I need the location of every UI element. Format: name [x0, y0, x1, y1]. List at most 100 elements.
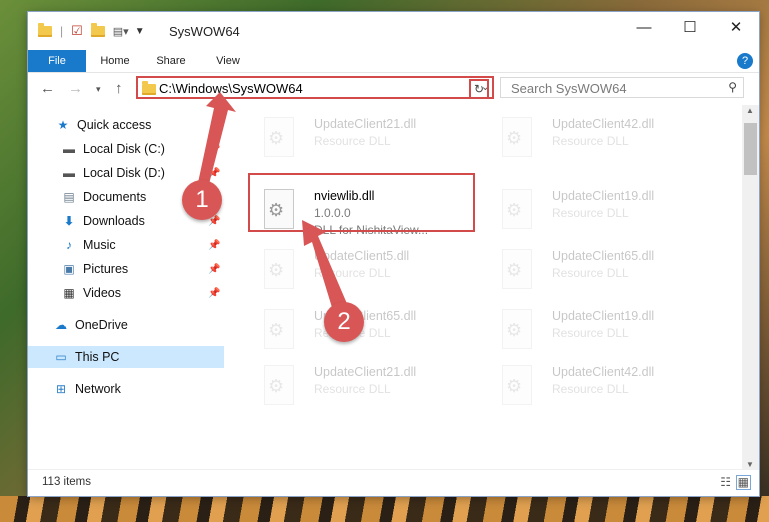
cloud-icon: ☁	[55, 318, 67, 332]
sidebar-item-onedrive[interactable]: ☁ OneDrive	[28, 314, 250, 336]
large-icons-view-icon[interactable]: ▦	[735, 475, 751, 490]
item-count: 113 items	[42, 476, 92, 488]
details-view-icon[interactable]: ☷	[720, 475, 731, 489]
pin-icon[interactable]: 📌	[208, 264, 220, 275]
folder-icon	[38, 22, 52, 37]
minimize-button[interactable]: —	[621, 12, 667, 44]
dll-file-icon: ⚙	[502, 365, 532, 405]
file-item[interactable]: ⚙ UpdateClient19.dll Resource DLL	[484, 303, 714, 361]
sidebar-item-label: Music	[83, 238, 116, 252]
drive-icon: ▬	[63, 166, 75, 180]
network-icon: ⊞	[55, 382, 67, 396]
file-name: UpdateClient5.dll	[314, 249, 410, 263]
sidebar-item-local-disk-c[interactable]: ▬ Local Disk (C:) 📌	[28, 138, 258, 160]
sidebar-item-label: This PC	[75, 350, 120, 364]
sidebar-item-quick-access[interactable]: ★ Quick access	[28, 114, 252, 136]
ribbon: File Home Share View ?	[28, 50, 759, 73]
chevron-down-icon[interactable]: ▼	[135, 26, 145, 37]
sidebar-item-label: Local Disk (C:)	[83, 142, 165, 156]
dll-file-icon: ⚙	[264, 249, 294, 289]
dll-file-icon: ⚙	[264, 117, 294, 157]
help-icon[interactable]: ?	[737, 53, 753, 69]
sidebar-item-label: Videos	[83, 286, 121, 300]
maximize-button[interactable]: ☐	[667, 12, 713, 44]
file-name: UpdateClient19.dll	[552, 189, 655, 203]
dll-file-icon: ⚙	[502, 249, 532, 289]
file-item[interactable]: ⚙ UpdateClient19.dll Resource DLL	[484, 183, 714, 241]
scroll-down-icon[interactable]: ▼	[746, 460, 754, 469]
sidebar-item-network[interactable]: ⊞ Network	[28, 378, 250, 400]
sidebar-item-downloads[interactable]: ⬇ Downloads 📌	[28, 210, 258, 232]
file-name: UpdateClient42.dll	[552, 365, 655, 379]
dll-file-icon: ⚙	[502, 189, 532, 229]
tab-file[interactable]: File	[28, 50, 86, 72]
file-item[interactable]: ⚙ UpdateClient5.dll Resource DLL	[246, 243, 476, 301]
file-item[interactable]: ⚙ UpdateClient42.dll Resource DLL	[484, 359, 714, 417]
vertical-scrollbar[interactable]: ▲ ▼	[742, 105, 759, 470]
file-type: Resource DLL	[314, 266, 391, 280]
sidebar-item-label: Network	[75, 382, 121, 396]
search-input[interactable]: Search SysWOW64	[511, 81, 627, 96]
file-item[interactable]: ⚙ UpdateClient42.dll Resource DLL	[484, 111, 714, 169]
file-type: Resource DLL	[552, 326, 629, 340]
file-name: UpdateClient42.dll	[552, 117, 655, 131]
navigation-pane: ★ Quick access ▬ Local Disk (C:) 📌 ▬ Loc…	[28, 110, 224, 462]
pin-icon[interactable]: 📌	[208, 168, 220, 179]
status-bar: 113 items ☷ ▦	[28, 469, 759, 496]
new-folder-icon[interactable]	[90, 22, 105, 37]
sidebar-item-pictures[interactable]: ▣ Pictures 📌	[28, 258, 258, 280]
file-type: Resource DLL	[552, 134, 629, 148]
pictures-icon: ▣	[63, 262, 75, 276]
search-box[interactable]: Search SysWOW64 ⚲	[500, 77, 744, 98]
sidebar-item-local-disk-d[interactable]: ▬ Local Disk (D:) 📌	[28, 162, 258, 184]
pin-icon[interactable]: 📌	[208, 144, 220, 155]
scroll-up-icon[interactable]: ▲	[746, 106, 754, 115]
pin-icon[interactable]: 📌	[208, 288, 220, 299]
refresh-button[interactable]: ↻	[469, 79, 489, 99]
forward-button[interactable]: →	[68, 80, 83, 97]
file-name: UpdateClient19.dll	[552, 309, 655, 323]
download-icon: ⬇	[63, 214, 75, 228]
address-bar[interactable]: C:\Windows\SysWOW64 ⌄	[136, 76, 494, 99]
search-icon: ⚲	[728, 80, 737, 94]
file-item[interactable]: ⚙ UpdateClient21.dll Resource DLL	[246, 111, 476, 169]
tab-home[interactable]: Home	[94, 50, 136, 72]
title-bar: | ☑ ▤▾ ▼ SysWOW64 — ☐ ✕	[28, 12, 759, 50]
sidebar-item-documents[interactable]: ▤ Documents 📌	[28, 186, 258, 208]
customize-toolbar-icon[interactable]: ▤▾	[113, 25, 129, 38]
dll-file-icon: ⚙	[264, 309, 294, 349]
scrollbar-thumb[interactable]	[744, 123, 757, 175]
close-button[interactable]: ✕	[713, 12, 759, 44]
file-type: Resource DLL	[314, 382, 391, 396]
tab-view[interactable]: View	[208, 50, 248, 72]
tab-share[interactable]: Share	[150, 50, 192, 72]
sidebar-item-label: Pictures	[83, 262, 129, 276]
music-icon: ♪	[66, 238, 72, 252]
file-name: UpdateClient65.dll	[552, 249, 655, 263]
sidebar-item-label: Downloads	[83, 214, 145, 228]
sidebar-item-label: OneDrive	[75, 318, 128, 332]
properties-icon[interactable]: ☑	[71, 23, 83, 39]
folder-icon	[142, 81, 156, 95]
sidebar-item-label: Local Disk (D:)	[83, 166, 165, 180]
pin-icon[interactable]: 📌	[208, 240, 220, 251]
back-button[interactable]: ←	[40, 80, 55, 97]
file-name: UpdateClient21.dll	[314, 117, 417, 131]
up-button[interactable]: ↑	[115, 80, 123, 97]
file-list: ⚙ UpdateClient21.dll Resource DLL ⚙ Upda…	[226, 105, 740, 465]
sidebar-item-label: Quick access	[77, 118, 152, 132]
window-title: SysWOW64	[169, 24, 240, 39]
file-explorer-window: | ☑ ▤▾ ▼ SysWOW64 — ☐ ✕ File Home Share …	[28, 12, 759, 496]
recent-locations-button[interactable]: ▾	[96, 84, 101, 95]
navigation-bar: ← → ▾ ↑ C:\Windows\SysWOW64 ⌄ ↻ Search S…	[28, 73, 759, 105]
dll-file-icon: ⚙	[502, 117, 532, 157]
step-badge-2: 2	[324, 302, 364, 342]
quick-access-toolbar: | ☑ ▤▾ ▼	[38, 22, 145, 39]
file-type: Resource DLL	[552, 382, 629, 396]
file-item[interactable]: ⚙ UpdateClient65.dll Resource DLL	[484, 243, 714, 301]
sidebar-item-videos[interactable]: ▦ Videos 📌	[28, 282, 258, 304]
file-item[interactable]: ⚙ UpdateClient21.dll Resource DLL	[246, 359, 476, 417]
computer-icon: ▭	[55, 350, 67, 364]
sidebar-item-music[interactable]: ♪ Music 📌	[28, 234, 258, 256]
sidebar-item-this-pc[interactable]: ▭ This PC	[28, 346, 224, 368]
